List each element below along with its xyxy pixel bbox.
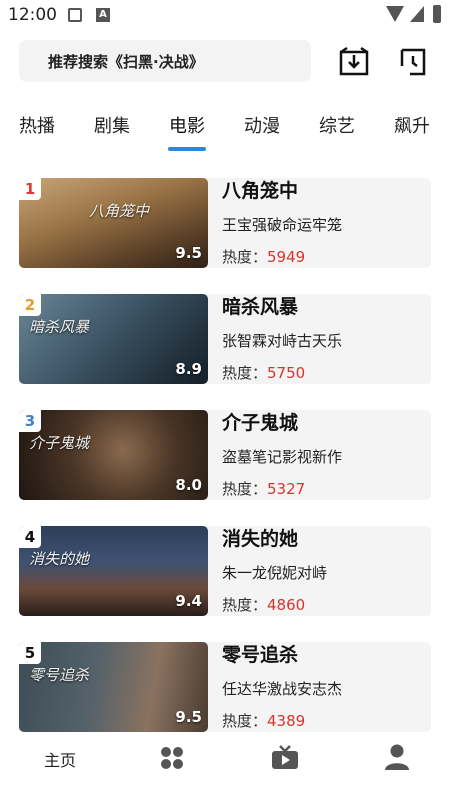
heat-info: 热度：4389: [222, 710, 305, 731]
score-label: 9.4: [175, 592, 202, 610]
rank-badge: 3: [19, 410, 41, 432]
grid-icon[interactable]: [159, 745, 185, 771]
heat-label: 热度：: [222, 596, 268, 614]
tab-movie[interactable]: 电影: [169, 112, 205, 138]
movie-description: 任达华激战安志杰: [222, 680, 343, 698]
movie-description: 盗墓笔记影视新作: [222, 448, 343, 466]
score-label: 8.0: [175, 476, 202, 494]
tab-indicator: [168, 147, 206, 151]
battery-icon: [433, 5, 441, 23]
heat-value: 4389: [267, 712, 306, 730]
movie-title: 消失的她: [222, 528, 299, 550]
tab-rising[interactable]: 飙升: [394, 112, 430, 138]
rank-badge: 2: [19, 294, 41, 316]
movie-description: 张智霖对峙古天乐: [222, 332, 343, 350]
poster-title: 介子鬼城: [29, 434, 90, 452]
tab-variety[interactable]: 综艺: [319, 112, 355, 138]
movie-poster[interactable]: 1 八角笼中 9.5: [19, 178, 208, 268]
tv-icon[interactable]: [271, 744, 299, 770]
heat-value: 4860: [267, 596, 306, 614]
nav-home[interactable]: 主页: [30, 741, 90, 781]
movie-card[interactable]: 4 消失的她 9.4 消失的她 朱一龙倪妮对峙 热度：4860: [19, 526, 431, 616]
status-time: 12:00: [8, 5, 57, 25]
movie-poster[interactable]: 2 暗杀风暴 8.9: [19, 294, 208, 384]
movie-card[interactable]: 5 零号追杀 9.5 零号追杀 任达华激战安志杰 热度：4389: [19, 642, 431, 732]
poster-title: 暗杀风暴: [29, 318, 90, 336]
rank-badge: 4: [19, 526, 41, 548]
movie-poster[interactable]: 5 零号追杀 9.5: [19, 642, 208, 732]
heat-label: 热度：: [222, 480, 268, 498]
heat-label: 热度：: [222, 248, 268, 266]
search-placeholder: 推荐搜索《扫黑·决战》: [48, 53, 204, 71]
movie-title: 八角笼中: [222, 180, 299, 202]
movie-card[interactable]: 1 八角笼中 9.5 八角笼中 王宝强破命运牢笼 热度：5949: [19, 178, 431, 268]
category-tabs: 热播 剧集 电影 动漫 综艺 飙升: [0, 108, 450, 158]
movie-title: 暗杀风暴: [222, 296, 299, 318]
score-label: 9.5: [175, 244, 202, 262]
poster-title: 八角笼中: [89, 202, 150, 220]
rank-badge: 5: [19, 642, 41, 664]
status-bar: 12:00 A: [0, 0, 450, 30]
download-icon[interactable]: [337, 44, 371, 78]
rank-badge: 1: [19, 178, 41, 200]
heat-info: 热度：4860: [222, 594, 305, 615]
movie-description: 王宝强破命运牢笼: [222, 216, 343, 234]
movie-title: 介子鬼城: [222, 412, 299, 434]
movie-poster[interactable]: 4 消失的她 9.4: [19, 526, 208, 616]
heat-label: 热度：: [222, 712, 268, 730]
movie-card[interactable]: 2 暗杀风暴 8.9 暗杀风暴 张智霖对峙古天乐 热度：5750: [19, 294, 431, 384]
signal-icon: [410, 6, 424, 22]
movie-poster[interactable]: 3 介子鬼城 8.0: [19, 410, 208, 500]
heat-info: 热度：5949: [222, 246, 305, 267]
image-notification-icon: [68, 8, 82, 22]
heat-value: 5750: [267, 364, 306, 382]
heat-info: 热度：5327: [222, 478, 305, 499]
bottom-nav: 主页: [0, 733, 450, 800]
tab-anime[interactable]: 动漫: [244, 112, 280, 138]
movie-title: 零号追杀: [222, 644, 299, 666]
movie-description: 朱一龙倪妮对峙: [222, 564, 328, 582]
tab-series[interactable]: 剧集: [94, 112, 130, 138]
heat-info: 热度：5750: [222, 362, 305, 383]
movie-card[interactable]: 3 介子鬼城 8.0 介子鬼城 盗墓笔记影视新作 热度：5327: [19, 410, 431, 500]
tab-hot[interactable]: 热播: [19, 112, 55, 138]
heat-value: 5949: [267, 248, 306, 266]
poster-title: 零号追杀: [29, 666, 90, 684]
user-icon[interactable]: [384, 743, 410, 771]
poster-title: 消失的她: [29, 550, 90, 568]
wifi-icon: [386, 6, 404, 22]
history-icon[interactable]: [396, 44, 430, 78]
heat-label: 热度：: [222, 364, 268, 382]
heat-value: 5327: [267, 480, 306, 498]
app-notification-icon: A: [96, 8, 110, 22]
score-label: 8.9: [175, 360, 202, 378]
search-box[interactable]: 推荐搜索《扫黑·决战》: [19, 40, 311, 82]
score-label: 9.5: [175, 708, 202, 726]
